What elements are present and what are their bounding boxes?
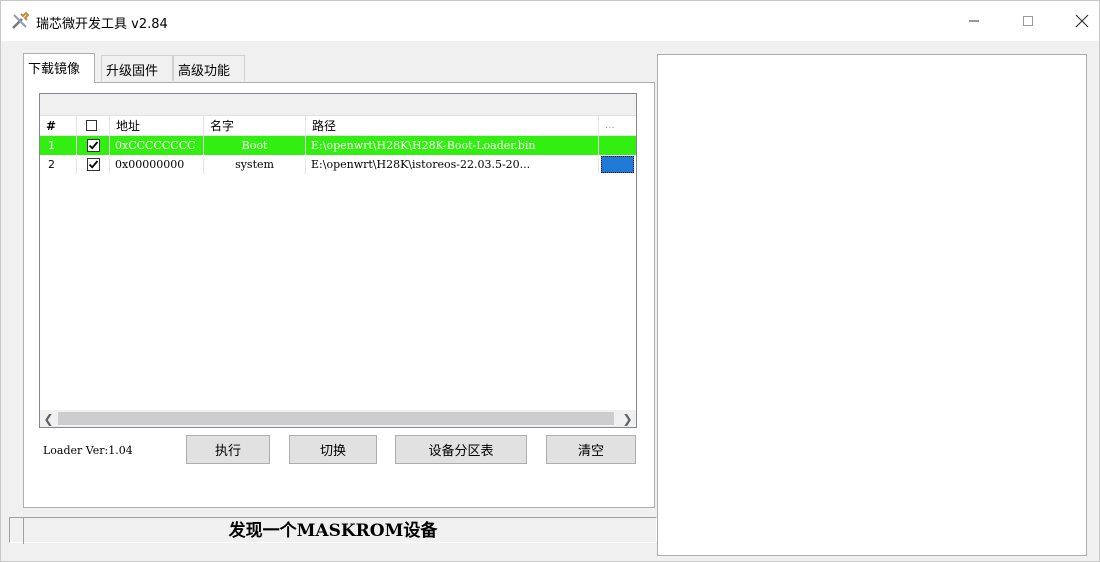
list-toolbar [40,94,636,116]
select-all-checkbox[interactable] [86,120,97,131]
scrollbar-thumb[interactable] [58,412,614,425]
row-name[interactable]: Boot [204,136,306,155]
row-path[interactable]: E:\openwrt\H28K\istoreos-22.03.5-20... [306,155,599,174]
window-title: 瑞芯微开发工具 v2.84 [36,17,168,32]
list-header: # 地址 名字 路径 ... [40,116,636,136]
row-checkbox-cell[interactable] [77,155,110,174]
row-name[interactable]: system [204,155,306,174]
scroll-right-icon[interactable]: ❯ [619,410,636,427]
row-index: 1 [40,136,77,155]
clear-button[interactable]: 清空 [546,435,636,464]
header-select-all[interactable] [77,116,110,136]
status-bar: 发现一个MASKROM设备 [9,517,657,544]
row-address[interactable]: 0x00000000 [110,155,204,174]
header-address[interactable]: 地址 [110,116,204,136]
tab-download-image[interactable]: 下载镜像 [23,53,95,83]
row-address[interactable]: 0xCCCCCCCC [110,136,204,155]
minimize-button[interactable] [959,9,989,33]
table-row[interactable]: 2 0x00000000 system E:\openwrt\H28K\isto… [40,155,636,174]
horizontal-scrollbar[interactable]: ❮ ❯ [40,410,636,427]
tab-upgrade-firmware[interactable]: 升级固件 [101,55,173,81]
status-message: 发现一个MASKROM设备 [228,521,438,541]
partition-table-button[interactable]: 设备分区表 [395,435,527,464]
row-index: 2 [40,155,77,174]
header-name[interactable]: 名字 [204,116,306,136]
image-list: # 地址 名字 路径 ... 1 0xCCCCCCCC Boot E:\open… [39,93,637,428]
scroll-left-icon[interactable]: ❮ [40,410,57,427]
row-browse-cell[interactable] [599,155,636,174]
execute-button[interactable]: 执行 [186,435,270,464]
maximize-button[interactable] [1013,9,1043,33]
tools-icon [10,11,30,31]
title-bar: 瑞芯微开发工具 v2.84 [1,1,1099,41]
browse-selection[interactable] [601,156,634,173]
header-path[interactable]: 路径 [306,116,599,136]
header-more[interactable]: ... [599,116,636,136]
row-checkbox[interactable] [87,139,100,152]
check-icon [88,141,99,150]
loader-version: Loader Ver:1.04 [43,444,133,457]
app-window: 瑞芯微开发工具 v2.84 下载镜像 升级固件 高级功能 # 地址 名字 路径 … [0,0,1100,562]
row-path[interactable]: E:\openwrt\H28K\H28K-Boot-Loader.bin [306,136,599,155]
switch-button[interactable]: 切换 [289,435,377,464]
close-button[interactable] [1067,9,1097,33]
header-index[interactable]: # [40,116,77,136]
log-panel[interactable] [657,54,1087,556]
row-checkbox-cell[interactable] [77,136,110,155]
row-browse-cell[interactable] [599,136,636,155]
table-row[interactable]: 1 0xCCCCCCCC Boot E:\openwrt\H28K\H28K-B… [40,136,636,155]
check-icon [88,160,99,169]
tab-advanced-functions[interactable]: 高级功能 [173,55,245,81]
row-checkbox[interactable] [87,158,100,171]
